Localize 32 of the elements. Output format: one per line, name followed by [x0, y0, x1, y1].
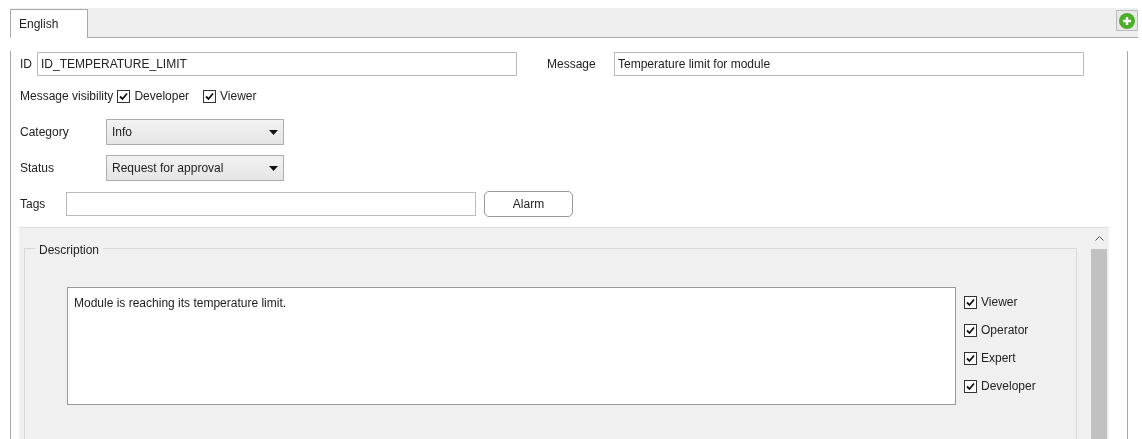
checkbox-label: Developer	[134, 88, 190, 105]
message-label: Message	[547, 56, 597, 73]
status-label: Status	[20, 160, 56, 177]
add-button[interactable]	[1116, 10, 1138, 31]
description-textarea[interactable]: Module is reaching its temperature limit.	[67, 287, 956, 405]
checkbox[interactable]	[964, 323, 977, 337]
checkbox-label: Operator	[981, 322, 1029, 339]
checkbox-label: Viewer	[981, 294, 1018, 311]
tags-field[interactable]	[66, 192, 476, 216]
checkbox[interactable]	[203, 89, 217, 103]
tab[interactable]: English	[10, 9, 88, 38]
scroll-up-icon	[1094, 236, 1104, 241]
checkbox[interactable]	[964, 351, 977, 365]
alarm-button[interactable]: Alarm	[484, 191, 573, 217]
plus-icon	[1119, 12, 1135, 29]
message-field[interactable]: Temperature limit for module	[614, 52, 1084, 76]
checkbox[interactable]	[964, 379, 977, 393]
id-label: ID	[20, 56, 33, 73]
checkbox[interactable]	[117, 89, 131, 103]
status-dropdown[interactable]: Request for approval	[106, 155, 284, 181]
scrollbar-thumb[interactable]	[1091, 249, 1107, 439]
checkbox-label: Developer	[981, 378, 1036, 395]
checkbox-label: Expert	[981, 350, 1016, 367]
tags-label: Tags	[20, 196, 47, 213]
visibility-label: Message visibility	[20, 88, 114, 105]
dropdown-arrow-icon	[269, 165, 278, 171]
category-label: Category	[20, 124, 70, 141]
checkbox-label: Viewer	[220, 88, 257, 105]
category-dropdown[interactable]: Info	[106, 119, 284, 145]
id-field[interactable]: ID_TEMPERATURE_LIMIT	[37, 52, 517, 76]
dropdown-arrow-icon	[269, 129, 278, 135]
checkbox[interactable]	[964, 295, 977, 309]
